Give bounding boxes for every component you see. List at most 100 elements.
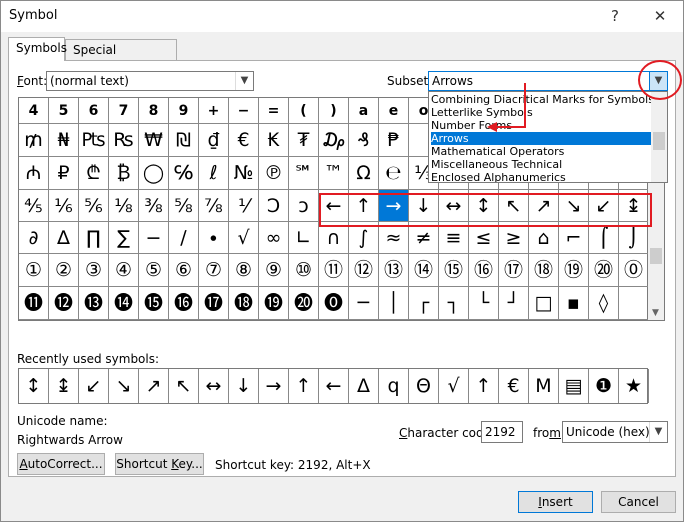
symbol-cell[interactable]: ▪ — [559, 287, 589, 320]
symbol-cell[interactable]: № — [229, 157, 259, 190]
dropdown-scrollbar[interactable] — [651, 92, 667, 182]
symbol-cell[interactable]: ⑬ — [379, 254, 409, 287]
symbol-cell[interactable]: ℅ — [169, 157, 199, 190]
symbol-cell[interactable]: ₪ — [169, 124, 199, 157]
symbol-cell[interactable]: ⅙ — [49, 190, 79, 222]
symbol-cell[interactable]: ⑩ — [289, 254, 319, 287]
symbol-cell[interactable]: ⑭ — [409, 254, 439, 287]
recent-symbol-cell[interactable]: ↓ — [229, 369, 259, 403]
symbol-cell[interactable]: ⑧ — [229, 254, 259, 287]
symbol-cell[interactable]: ↄ — [289, 190, 319, 222]
symbol-cell[interactable]: ◯ — [139, 157, 169, 190]
symbol-cell[interactable]: ₮ — [289, 124, 319, 157]
shortcut-key-button[interactable]: Shortcut Key... — [115, 453, 204, 475]
recent-symbol-cell[interactable]: Δ — [349, 369, 379, 403]
symbol-cell[interactable]: ⑲ — [559, 254, 589, 287]
symbol-cell[interactable]: ⓲ — [229, 287, 259, 320]
symbol-cell[interactable]: ₽ — [49, 157, 79, 190]
symbol-cell[interactable]: − — [139, 222, 169, 254]
symbol-cell[interactable]: ⓰ — [169, 287, 199, 320]
recent-symbol-cell[interactable]: ↔ — [199, 369, 229, 403]
symbol-cell[interactable]: + — [199, 98, 229, 124]
symbol-cell[interactable]: a — [349, 98, 379, 124]
symbol-cell[interactable]: ∟ — [289, 222, 319, 254]
symbol-cell[interactable]: ∕ — [169, 222, 199, 254]
symbol-cell[interactable]: ₥ — [19, 124, 49, 157]
autocorrect-button[interactable]: AutoCorrect... — [17, 453, 105, 475]
symbol-cell[interactable]: ∏ — [79, 222, 109, 254]
from-combobox[interactable]: Unicode (hex) ▼ — [562, 421, 668, 443]
symbol-cell[interactable]: ℮ — [379, 157, 409, 190]
scrollbar-thumb[interactable] — [650, 248, 662, 264]
scroll-down-icon[interactable]: ▼ — [652, 308, 659, 318]
symbol-cell[interactable]: ₰ — [349, 124, 379, 157]
symbol-cell[interactable]: ⅘ — [19, 190, 49, 222]
symbol-cell[interactable]: ⅛ — [109, 190, 139, 222]
symbol-cell[interactable]: 6 — [79, 98, 109, 124]
symbol-cell[interactable]: ℗ — [259, 157, 289, 190]
symbol-cell[interactable]: √ — [229, 222, 259, 254]
tab-special-characters[interactable]: Special Characters — [65, 39, 177, 78]
symbol-cell[interactable]: 8 — [139, 98, 169, 124]
symbol-cell[interactable]: Ω — [349, 157, 379, 190]
symbol-cell[interactable]: ₱ — [379, 124, 409, 157]
symbol-cell[interactable]: € — [229, 124, 259, 157]
subset-option[interactable]: Combining Diacritical Marks for Symbols — [431, 93, 654, 106]
recent-symbol-cell[interactable]: ↕ — [19, 369, 49, 403]
symbol-cell[interactable]: ∆ — [49, 222, 79, 254]
symbol-cell[interactable]: ⑪ — [319, 254, 349, 287]
symbol-cell[interactable]: ② — [49, 254, 79, 287]
symbol-cell[interactable]: ⑫ — [349, 254, 379, 287]
recent-symbol-cell[interactable]: ↙ — [79, 369, 109, 403]
subset-dropdown-list[interactable]: Combining Diacritical Marks for Symbols … — [428, 91, 668, 183]
recent-symbols-grid[interactable]: ↕ ↨ ↙ ↘ ↗ ↖ ↔ ↓ → ↑ ← Δq Θ √ ↑ € M ▤ ❶ ★ — [18, 368, 649, 404]
tab-symbols[interactable]: Symbols — [8, 37, 67, 61]
symbol-cell[interactable]: ③ — [79, 254, 109, 287]
symbol-cell[interactable]: ⑤ — [139, 254, 169, 287]
symbol-cell[interactable]: ⑰ — [499, 254, 529, 287]
character-code-input[interactable]: 2192 — [481, 421, 523, 443]
symbol-cell[interactable]: ⅞ — [199, 190, 229, 222]
recent-symbol-cell[interactable]: → — [259, 369, 289, 403]
symbol-cell[interactable]: ┘ — [499, 287, 529, 320]
symbol-cell[interactable]: 7 — [109, 98, 139, 124]
symbol-cell[interactable]: ⓿ — [319, 287, 349, 320]
symbol-cell[interactable]: ∂ — [19, 222, 49, 254]
symbol-cell[interactable]: Ↄ — [259, 190, 289, 222]
recent-symbol-cell[interactable]: ★ — [619, 369, 649, 403]
symbol-cell[interactable]: ┐ — [439, 287, 469, 320]
recent-symbol-cell[interactable]: ❶ — [589, 369, 619, 403]
symbol-cell[interactable]: ⅟ — [229, 190, 259, 222]
symbol-cell[interactable]: ─ — [349, 287, 379, 320]
symbol-cell[interactable]: ⑳ — [589, 254, 619, 287]
symbol-cell[interactable]: ① — [19, 254, 49, 287]
subset-option[interactable]: Enclosed Alphanumerics — [431, 171, 566, 182]
recent-symbol-cell[interactable]: ↨ — [49, 369, 79, 403]
symbol-cell[interactable]: ⅜ — [139, 190, 169, 222]
symbol-cell[interactable]: e — [379, 98, 409, 124]
symbol-cell[interactable]: ⓬ — [49, 287, 79, 320]
symbol-cell[interactable]: − — [229, 98, 259, 124]
symbol-cell[interactable]: │ — [379, 287, 409, 320]
symbol-cell[interactable]: = — [259, 98, 289, 124]
recent-symbol-cell[interactable]: ↑ — [289, 369, 319, 403]
symbol-cell[interactable]: ⓳ — [259, 287, 289, 320]
symbol-cell[interactable]: ₯ — [319, 124, 349, 157]
recent-symbol-cell[interactable]: ↑ — [469, 369, 499, 403]
recent-symbol-cell[interactable]: ▤ — [559, 369, 589, 403]
symbol-cell[interactable]: ₿ — [109, 157, 139, 190]
symbol-cell[interactable]: ₦ — [49, 124, 79, 157]
symbol-cell[interactable]: ⓭ — [79, 287, 109, 320]
chevron-down-icon[interactable]: ▼ — [235, 72, 253, 90]
symbol-cell[interactable]: ( — [289, 98, 319, 124]
symbol-cell[interactable]: ⓪ — [619, 254, 649, 287]
cancel-button[interactable]: Cancel — [601, 491, 676, 513]
dropdown-scrollbar-thumb[interactable] — [653, 132, 665, 150]
font-combobox[interactable]: (normal text) ▼ — [46, 71, 254, 91]
symbol-cell[interactable]: ∞ — [259, 222, 289, 254]
symbol-cell[interactable]: 5 — [49, 98, 79, 124]
symbol-cell[interactable]: ⓮ — [109, 287, 139, 320]
symbol-cell[interactable]: 9 — [169, 98, 199, 124]
symbol-cell[interactable]: ⑨ — [259, 254, 289, 287]
symbol-cell[interactable]: ⑱ — [529, 254, 559, 287]
